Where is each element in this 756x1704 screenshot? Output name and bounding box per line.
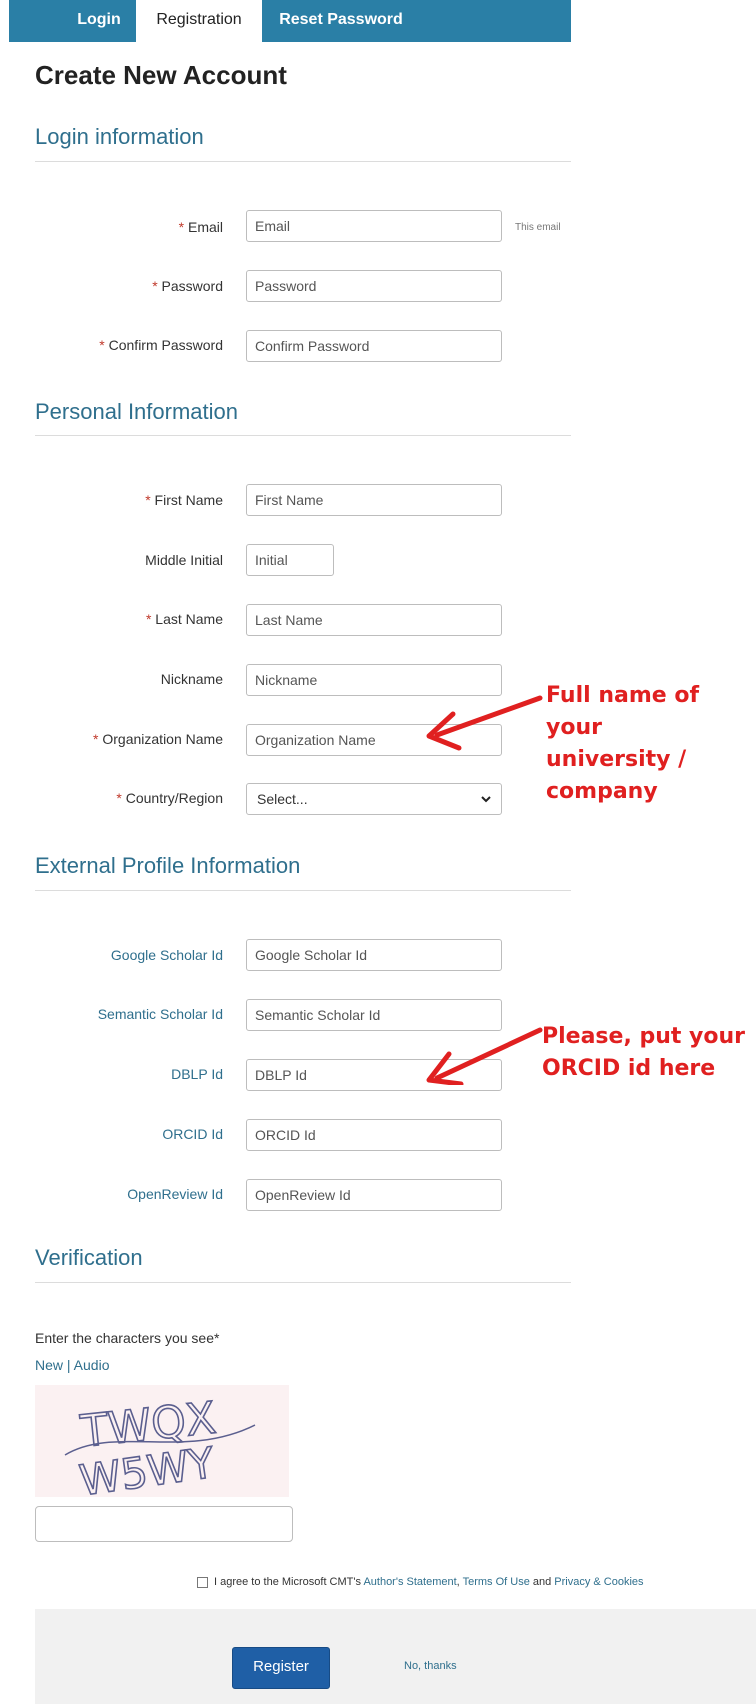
middle-initial-label: Middle Initial	[145, 552, 223, 568]
email-hint: This email	[515, 222, 561, 233]
nickname-label: Nickname	[160, 671, 223, 687]
section-title-login: Login information	[35, 124, 204, 149]
organization-annotation: Full name of your university / company	[546, 683, 700, 804]
chevron-down-icon	[481, 796, 491, 803]
dblp-label: DBLP Id	[171, 1066, 223, 1082]
last-name-field[interactable]	[246, 604, 502, 636]
section-divider	[35, 161, 571, 162]
captcha-audio-link[interactable]: Audio	[74, 1357, 110, 1373]
orcid-annotation: Please, put your ORCID id here	[542, 1024, 746, 1081]
privacy-cookies-link[interactable]: Privacy & Cookies	[554, 1576, 643, 1588]
agreement-row: I agree to the Microsoft CMT's Author's …	[197, 1576, 644, 1588]
email-label: * Email	[178, 219, 223, 235]
middle-initial-field[interactable]	[246, 544, 334, 576]
country-label: * Country/Region	[116, 790, 223, 806]
tab-reset-password[interactable]: Reset Password	[268, 0, 414, 42]
openreview-field[interactable]	[246, 1179, 502, 1211]
email-field[interactable]	[246, 210, 502, 242]
section-title-personal: Personal Information	[35, 399, 238, 424]
section-title-external: External Profile Information	[35, 853, 301, 878]
authors-statement-link[interactable]: Author's Statement	[363, 1576, 456, 1588]
tab-registration[interactable]: Registration	[136, 0, 262, 44]
arrow-annotation-icon	[426, 695, 543, 751]
first-name-label: * First Name	[145, 492, 223, 508]
password-label: * Password	[152, 278, 223, 294]
captcha-links: New | Audio	[35, 1357, 110, 1373]
confirm-password-field[interactable]	[246, 330, 502, 362]
password-field[interactable]	[246, 270, 502, 302]
footer-bar	[35, 1609, 756, 1704]
captcha-new-link[interactable]: New	[35, 1357, 63, 1373]
last-name-label: * Last Name	[145, 611, 223, 627]
country-select-value: Select...	[257, 791, 308, 807]
arrow-annotation-icon	[426, 1027, 543, 1085]
captcha-input[interactable]	[35, 1506, 293, 1542]
first-name-field[interactable]	[246, 484, 502, 516]
no-thanks-link[interactable]: No, thanks	[404, 1660, 457, 1672]
section-divider	[35, 435, 571, 436]
confirm-password-label: * Confirm Password	[99, 337, 223, 353]
orcid-label: ORCID Id	[162, 1126, 223, 1142]
google-scholar-label: Google Scholar Id	[110, 947, 223, 963]
captcha-image: TWQX W5WY	[35, 1385, 289, 1506]
country-select[interactable]: Select...	[246, 783, 502, 815]
agree-checkbox[interactable]	[197, 1576, 208, 1588]
google-scholar-field[interactable]	[246, 939, 502, 971]
organization-label: * Organization Name	[93, 731, 223, 747]
openreview-label: OpenReview Id	[127, 1186, 223, 1202]
orcid-field[interactable]	[246, 1119, 502, 1151]
section-divider	[35, 1282, 571, 1283]
section-title-verification: Verification	[35, 1245, 143, 1270]
page-title: Create New Account	[35, 60, 287, 90]
captcha-prompt: Enter the characters you see*	[35, 1330, 220, 1346]
semantic-scholar-label: Semantic Scholar Id	[97, 1006, 223, 1022]
terms-of-use-link[interactable]: Terms Of Use	[463, 1576, 530, 1588]
section-divider	[35, 890, 571, 891]
tab-login[interactable]: Login	[68, 0, 130, 42]
register-button[interactable]: Register	[232, 1647, 330, 1689]
